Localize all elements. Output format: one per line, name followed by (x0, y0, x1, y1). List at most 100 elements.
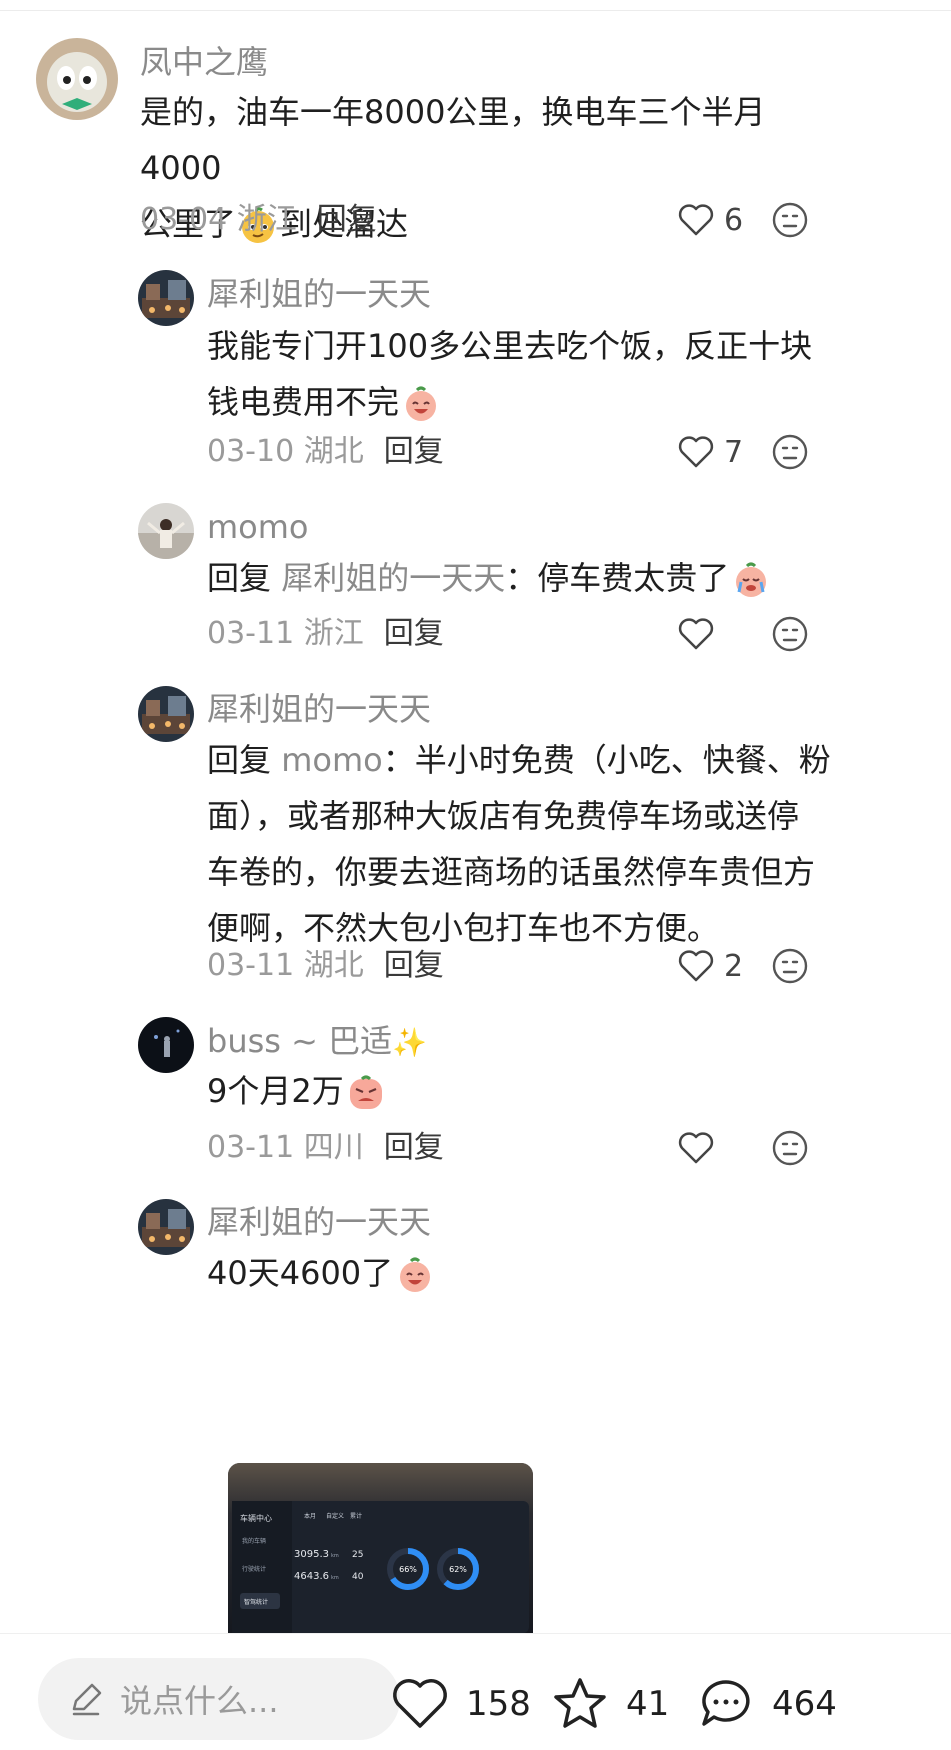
comment-meta: 03-11 湖北 回复 (207, 946, 444, 986)
dislike-button[interactable] (771, 433, 809, 471)
angry-peach-icon (346, 1073, 386, 1113)
comment-line: 40天4600了 (207, 1245, 837, 1301)
reply-prefix: 回复 (207, 741, 272, 779)
menu-item: 我的车辆 (242, 1537, 266, 1545)
reply-to-user[interactable]: 犀利姐的一天天 (281, 559, 505, 597)
heart-icon (393, 1679, 447, 1728)
heart-icon (678, 1132, 714, 1164)
neutral-face-icon (772, 948, 808, 984)
bottom-action-bar: 说点什么... 158 41 464 (0, 1633, 951, 1750)
date-location: 03-11 四川 (207, 1130, 364, 1165)
reply-prefix: 回复 (207, 559, 272, 597)
avatar[interactable] (138, 1199, 194, 1255)
sparkle-icon: ✨ (392, 1026, 427, 1059)
tab: 累计 (350, 1512, 362, 1520)
comment-segment: 40天4600了 (207, 1254, 394, 1292)
date-location: 03-11 浙江 (207, 616, 364, 651)
dislike-button[interactable] (771, 201, 809, 239)
comment-text: 40天4600了 (207, 1245, 837, 1301)
reply-button[interactable]: 回复 (384, 1130, 444, 1165)
comments-button[interactable]: 464 (694, 1672, 837, 1736)
comment-line: 面），或者那种大饭店有免费停车场或送停 (207, 797, 800, 835)
menu-item: 智驾统计 (244, 1598, 268, 1606)
laugh-peach-icon (395, 1255, 435, 1295)
heart-icon (678, 618, 714, 650)
avatar[interactable] (138, 1017, 194, 1073)
neutral-face-icon (772, 202, 808, 238)
avatar[interactable] (138, 270, 194, 326)
like-count: 158 (466, 1684, 531, 1724)
reply-button[interactable]: 回复 (384, 948, 444, 983)
like-count: 7 (724, 434, 744, 470)
stat-unit: km (331, 1553, 339, 1559)
dislike-button[interactable] (771, 1129, 809, 1167)
reply-to-user[interactable]: momo (281, 741, 383, 779)
comment-text: 我能专门开100多公里去吃个饭，反正十块 钱电费用不完 (207, 318, 837, 430)
comment-line: 是的，油车一年8000公里，换电车三个半月4000 (140, 93, 766, 187)
username[interactable]: 犀利姐的一天天 (207, 689, 431, 729)
username[interactable]: 凤中之鹰 (140, 42, 268, 82)
stat-value: 40 (352, 1572, 364, 1582)
neutral-face-icon (772, 1130, 808, 1166)
comment-meta: 03-11 浙江 回复 (207, 614, 444, 654)
comment-line: 钱电费用不完 (207, 374, 837, 430)
top-divider (0, 10, 951, 11)
reply-button[interactable]: 回复 (317, 202, 377, 237)
menu-item: 行驶统计 (242, 1565, 266, 1573)
date-location: 03-04 浙江 (140, 202, 297, 237)
comment-count: 464 (772, 1684, 837, 1724)
avatar[interactable] (36, 38, 118, 120)
stat-value: 4643.6 (294, 1571, 329, 1582)
comment-meta: 03-11 四川 回复 (207, 1128, 444, 1168)
avatar[interactable] (138, 503, 194, 559)
reply-button[interactable]: 回复 (384, 434, 444, 469)
username[interactable]: buss ~ 巴适✨ (207, 1021, 427, 1063)
star-icon (554, 1678, 606, 1728)
tab: 自定义 (326, 1512, 344, 1520)
heart-icon (678, 950, 714, 982)
comment-segment: ：半小时免费（小吃、快餐、粉 (382, 741, 831, 779)
comment-line: 车卷的，你要去逛商场的话虽然停车贵但方 (207, 853, 816, 891)
like-button[interactable]: 2 (676, 946, 743, 986)
comment-line: 回复 momo：半小时免费（小吃、快餐、粉 (207, 732, 847, 788)
username[interactable]: 犀利姐的一天天 (207, 1202, 431, 1242)
dislike-button[interactable] (771, 615, 809, 653)
neutral-face-icon (772, 434, 808, 470)
reply-button[interactable]: 回复 (384, 616, 444, 651)
username[interactable]: 犀利姐的一天天 (207, 274, 431, 314)
like-button[interactable] (676, 1128, 724, 1168)
stat-unit: km (331, 1575, 339, 1581)
pencil-icon (72, 1683, 102, 1716)
laugh-peach-icon (401, 384, 441, 424)
date-location: 03-10 湖北 (207, 434, 364, 469)
favorite-count: 41 (626, 1684, 670, 1724)
comment-line: 9个月2万 (207, 1063, 837, 1119)
like-button[interactable] (676, 614, 724, 654)
date-location: 03-11 湖北 (207, 948, 364, 983)
stat-value: 3095.3 (294, 1549, 329, 1560)
avatar[interactable] (138, 686, 194, 742)
like-count: 6 (724, 202, 744, 238)
sidebar-title: 车辆中心 (240, 1513, 272, 1523)
comment-segment: ：停车费太贵了 (505, 559, 730, 597)
favorite-button[interactable]: 41 (548, 1672, 669, 1736)
username-text: buss ~ 巴适 (207, 1022, 393, 1060)
comment-text: 回复 犀利姐的一天天：停车费太贵了 (207, 550, 837, 606)
comment-bubble-icon (702, 1680, 750, 1726)
like-post-button[interactable]: 158 (388, 1672, 531, 1736)
comment-meta: 03-10 湖北 回复 (207, 432, 444, 472)
like-count: 2 (724, 948, 744, 984)
tab: 本月 (304, 1512, 316, 1520)
ring-label: 66% (399, 1565, 417, 1574)
comment-text: 9个月2万 (207, 1063, 837, 1119)
comment-meta: 03-04 浙江 回复 (140, 200, 377, 240)
dislike-button[interactable] (771, 947, 809, 985)
like-button[interactable]: 7 (676, 432, 743, 472)
comment-segment: 9个月2万 (207, 1072, 344, 1110)
crying-peach-icon (731, 560, 771, 600)
like-button[interactable]: 6 (676, 200, 743, 240)
username[interactable]: momo (207, 507, 309, 547)
comment-input[interactable]: 说点什么... (38, 1658, 400, 1740)
comment-image[interactable]: 车辆中心 我的车辆 行驶统计 智驾统计 本月 自定义 累计 3095.3 km … (228, 1463, 533, 1633)
comment-line: 我能专门开100多公里去吃个饭，反正十块 (207, 327, 813, 365)
